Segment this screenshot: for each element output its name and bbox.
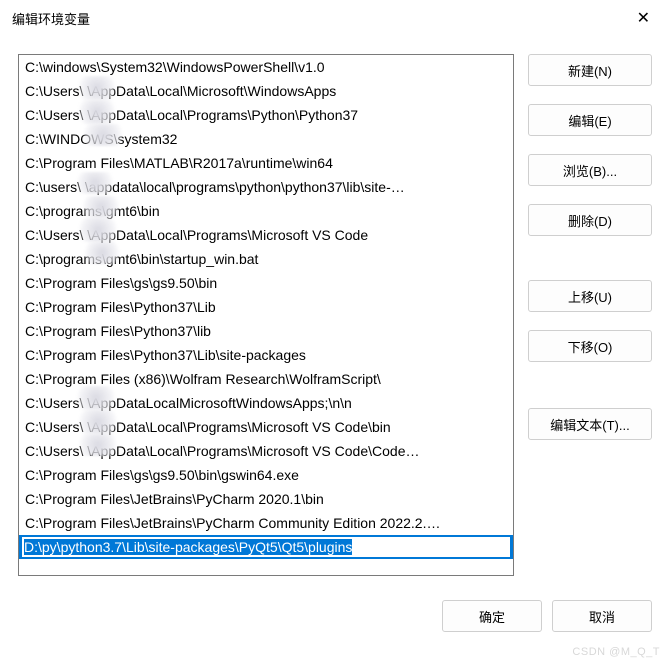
title-bar: 编辑环境变量 ✕ — [0, 0, 670, 36]
window-title: 编辑环境变量 — [12, 9, 90, 28]
list-item[interactable]: C:\programs\gmt6\bin — [19, 199, 513, 223]
edit-text-button[interactable]: 编辑文本(T)... — [528, 408, 652, 440]
list-item[interactable]: C:\Program Files\Python37\Lib\site-packa… — [19, 343, 513, 367]
dialog-content: C:\windows\System32\WindowsPowerShell\v1… — [0, 36, 670, 584]
list-item-editing[interactable] — [19, 535, 513, 559]
list-item[interactable]: C:\Users\ \AppData\Local\Programs\Python… — [19, 103, 513, 127]
list-item[interactable]: C:\Users\ \AppData\Local\Programs\Micros… — [19, 415, 513, 439]
list-item[interactable]: C:\Users\ \AppData\Local\Programs\Micros… — [19, 439, 513, 463]
list-item[interactable]: C:\Program Files\JetBrains\PyCharm Commu… — [19, 511, 513, 535]
list-item[interactable]: C:\windows\System32\WindowsPowerShell\v1… — [19, 55, 513, 79]
move-down-button[interactable]: 下移(O) — [528, 330, 652, 362]
new-button[interactable]: 新建(N) — [528, 54, 652, 86]
watermark: CSDN @M_Q_T — [572, 646, 660, 658]
list-item[interactable]: C:\Program Files\Python37\lib — [19, 319, 513, 343]
list-item[interactable]: C:\Program Files\gs\gs9.50\bin\gswin64.e… — [19, 463, 513, 487]
list-item[interactable]: C:\Program Files\MATLAB\R2017a\runtime\w… — [19, 151, 513, 175]
list-item[interactable]: C:\Program Files\JetBrains\PyCharm 2020.… — [19, 487, 513, 511]
list-item[interactable]: C:\users\ \appdata\local\programs\python… — [19, 175, 513, 199]
close-icon[interactable]: ✕ — [631, 6, 656, 30]
path-list[interactable]: C:\windows\System32\WindowsPowerShell\v1… — [18, 54, 514, 576]
list-item[interactable]: C:\Program Files\Python37\Lib — [19, 295, 513, 319]
browse-button[interactable]: 浏览(B)... — [528, 154, 652, 186]
path-edit-input[interactable] — [21, 536, 511, 558]
cancel-button[interactable]: 取消 — [552, 600, 652, 632]
delete-button[interactable]: 删除(D) — [528, 204, 652, 236]
list-item[interactable]: C:\Users\ \AppData\Local\Programs\Micros… — [19, 223, 513, 247]
list-item[interactable]: C:\Program Files\gs\gs9.50\bin — [19, 271, 513, 295]
list-item[interactable]: C:\Program Files (x86)\Wolfram Research\… — [19, 367, 513, 391]
list-item[interactable]: C:\programs\gmt6\bin\startup_win.bat — [19, 247, 513, 271]
edit-button[interactable]: 编辑(E) — [528, 104, 652, 136]
list-item[interactable]: C:\Users\ \AppData\Local\Microsoft\Windo… — [19, 79, 513, 103]
ok-button[interactable]: 确定 — [442, 600, 542, 632]
dialog-footer: 确定 取消 — [442, 600, 652, 632]
list-item[interactable]: C:\WINDOWS\system32 — [19, 127, 513, 151]
move-up-button[interactable]: 上移(U) — [528, 280, 652, 312]
side-buttons: 新建(N) 编辑(E) 浏览(B)... 删除(D) 上移(U) 下移(O) 编… — [528, 54, 652, 576]
list-item[interactable]: C:\Users\ \AppDataLocalMicrosoftWindowsA… — [19, 391, 513, 415]
